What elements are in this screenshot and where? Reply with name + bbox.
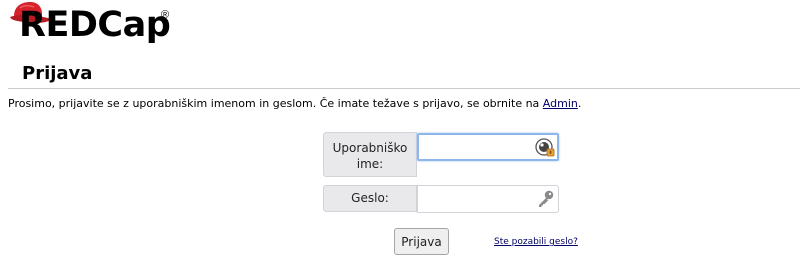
password-field-wrapper[interactable] <box>417 185 559 213</box>
redcap-logo: REDCap ® <box>8 2 178 48</box>
login-button[interactable]: Prijava <box>394 228 449 255</box>
password-input[interactable] <box>422 187 536 211</box>
username-field-wrapper[interactable] <box>417 133 559 161</box>
logo-text: REDCap <box>19 5 171 45</box>
key-icon[interactable] <box>536 189 556 209</box>
title-divider <box>8 88 800 89</box>
username-label: Uporabniško ime: <box>323 132 417 177</box>
login-page: REDCap ® Prijava Prosimo, prijavite se z… <box>0 0 800 275</box>
password-label: Geslo: <box>323 185 417 212</box>
admin-link[interactable]: Admin <box>543 97 578 110</box>
username-input[interactable] <box>423 136 537 160</box>
page-title: Prijava <box>22 63 93 84</box>
intro-message: Prosimo, prijavite se z uporabniškim ime… <box>8 97 543 110</box>
registered-mark: ® <box>161 9 170 21</box>
forgot-password-link[interactable]: Ste pozabili geslo? <box>494 237 578 247</box>
intro-end: . <box>577 97 582 110</box>
password-manager-key-icon[interactable] <box>535 138 555 158</box>
intro-text: Prosimo, prijavite se z uporabniškim ime… <box>8 97 581 111</box>
